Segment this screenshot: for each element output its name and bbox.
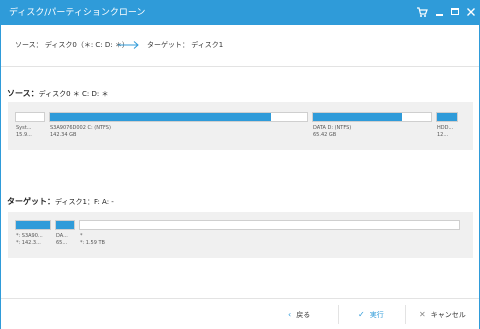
partition-size: 65.42 GB [313,132,337,138]
source-disk-label: ソース：ディスク0 ＊ C: D: ＊ [7,89,108,99]
partition-size: *: 1.59 TB [80,240,105,246]
partition-name: DA... [56,233,68,239]
target-disk-map: *: S3A90... *: 142.3... DA... 65... * *:… [8,212,473,258]
target-label-bold: ターゲット： [7,197,55,206]
minimize-button[interactable] [433,5,447,19]
window-title: ディスク/パーティションクローン [9,8,146,18]
source-label-bold: ソース： [7,89,39,98]
partition-size: 12... [437,132,449,138]
maximize-button[interactable] [448,5,462,19]
cart-icon[interactable] [415,5,429,19]
partition-size: 15.9... [16,132,32,138]
partition-name: DATA D: (NTFS) [313,125,352,131]
arrow-right-icon [118,41,139,49]
partition-used-fill [437,113,457,121]
partition-size: *: 142.3... [16,240,41,246]
chevron-left-icon: ‹ [288,310,292,319]
source-disk-map: Syst... 15.9... S3A9076D002 C: (NTFS) 14… [8,102,473,150]
partition-size: 142.34 GB [50,132,77,138]
maximize-icon [451,8,459,15]
back-label: 戻る [296,311,311,319]
partition-name: HDD... [437,125,454,131]
partition-bar [312,112,432,122]
source-summary: ソース： ディスク0（＊: C: D: ＊） [15,41,129,49]
minimize-icon [436,14,443,16]
partition-name: * [80,233,83,239]
target-summary: ターゲット： ディスク1 [147,41,224,49]
partition-bar [55,220,75,230]
close-icon [467,8,475,16]
cancel-button[interactable]: ✕ キャンセル [419,299,466,329]
divider [405,305,406,324]
run-button[interactable]: ✓ 実行 [358,299,384,329]
source-label-text: ディスク0 ＊ C: D: ＊ [38,90,109,98]
partition-used-fill [313,113,402,121]
disk-clone-window: ディスク/パーティションクローン ソース： ディスク0（＊: C: D: ＊） … [0,0,480,329]
footer-bar: ‹ 戻る ✓ 実行 ✕ キャンセル [1,298,479,329]
run-label: 実行 [369,311,384,319]
check-icon: ✓ [358,310,365,319]
close-icon: ✕ [419,310,426,319]
back-button[interactable]: ‹ 戻る [288,299,310,329]
partition-bar [15,112,45,122]
partition-name: *: S3A90... [16,233,43,239]
partition-bar [436,112,458,122]
target-label-text: ディスク1：F: A: - [55,198,114,206]
clone-summary: ソース： ディスク0（＊: C: D: ＊） ターゲット： ディスク1 [1,25,479,67]
partition-bar [15,220,51,230]
close-button[interactable] [464,5,478,19]
partition-used-fill [16,221,50,229]
unallocated-bar [79,220,460,230]
partition-used-fill [56,221,74,229]
partition-used-fill [50,113,272,121]
partition-size: 65... [56,240,68,246]
partition-name: Syst... [16,125,32,131]
divider [338,305,339,324]
partition-bar [49,112,308,122]
cancel-label: キャンセル [430,311,466,319]
title-bar: ディスク/パーティションクローン [1,1,479,25]
partition-name: S3A9076D002 C: (NTFS) [50,125,111,131]
target-disk-label: ターゲット：ディスク1：F: A: - [7,197,114,207]
